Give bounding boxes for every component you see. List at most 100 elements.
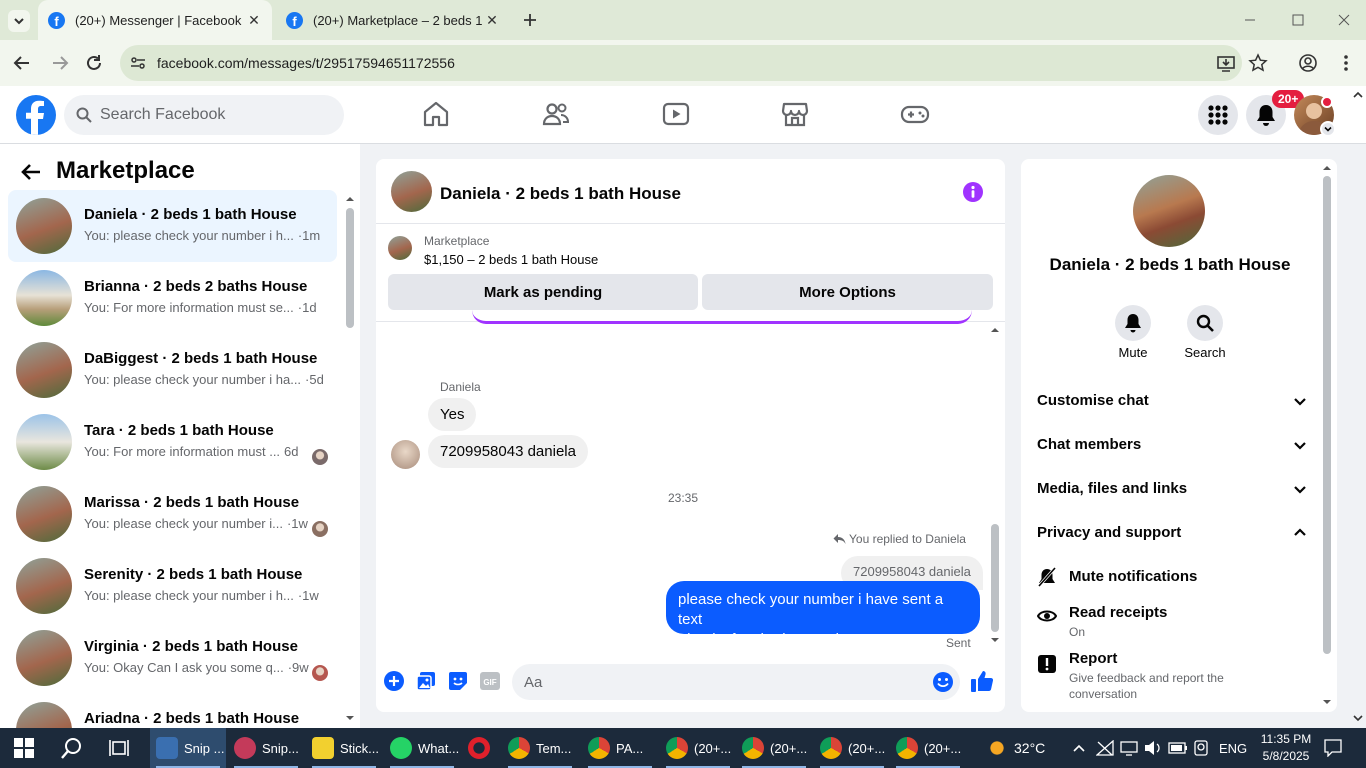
new-tab-button[interactable]: [520, 10, 540, 30]
nav-home[interactable]: [423, 100, 449, 128]
address-bar[interactable]: facebook.com/messages/t/2951759465117255…: [120, 45, 1242, 81]
listing-thumbnail[interactable]: [388, 236, 412, 260]
nav-video[interactable]: [662, 100, 690, 128]
tray-camera-icon[interactable]: [1194, 728, 1208, 768]
conversation-item[interactable]: Serenity · 2 beds 1 bath House You: pleas…: [8, 550, 337, 622]
gif-button[interactable]: GIF: [480, 671, 500, 691]
facebook-search-input[interactable]: Search Facebook: [64, 95, 344, 135]
tray-network-icon[interactable]: [1096, 728, 1114, 768]
scroll-down-arrow-icon[interactable]: [345, 713, 355, 723]
conversation-scrollbar[interactable]: [345, 194, 355, 728]
taskbar-search-button[interactable]: [61, 728, 83, 768]
taskbar-app-chrome-2[interactable]: (20+...: [736, 728, 812, 768]
account-menu-chevron[interactable]: [1320, 121, 1336, 137]
more-actions-button[interactable]: [384, 671, 404, 691]
nav-friends[interactable]: [542, 100, 570, 128]
tray-display-icon[interactable]: [1120, 728, 1138, 768]
browser-tab-messenger[interactable]: f (20+) Messenger | Facebook ✕: [38, 0, 272, 40]
tab-close-icon[interactable]: ✕: [244, 12, 264, 29]
window-minimize-button[interactable]: [1240, 12, 1260, 28]
conversation-item[interactable]: Tara · 2 beds 1 bath House You: For more …: [8, 406, 337, 478]
more-options-button[interactable]: More Options: [702, 274, 993, 310]
scroll-up-arrow-icon[interactable]: [345, 194, 355, 204]
incoming-message[interactable]: 7209958043 daniela: [428, 435, 588, 468]
report-item[interactable]: Report Give feedback and report the conv…: [1037, 649, 1307, 705]
conversation-item[interactable]: DaBiggest · 2 beds 1 bath House You: plea…: [8, 334, 337, 406]
mute-button[interactable]: [1115, 305, 1151, 341]
taskbar-app-chrome-4[interactable]: (20+...: [890, 728, 966, 768]
conversation-item[interactable]: Brianna · 2 beds 2 baths House You: For m…: [8, 262, 337, 334]
bookmark-button[interactable]: [1248, 53, 1268, 73]
tray-volume-icon[interactable]: [1144, 728, 1162, 768]
start-button[interactable]: [14, 728, 34, 768]
mark-as-pending-button[interactable]: Mark as pending: [388, 274, 698, 310]
browser-menu-button[interactable]: [1336, 53, 1356, 73]
install-app-button[interactable]: [1216, 53, 1236, 73]
back-button[interactable]: [12, 53, 32, 73]
browser-tab-marketplace[interactable]: f (20+) Marketplace – 2 beds 1 b ✕: [276, 0, 510, 40]
outgoing-message[interactable]: please check your number i have sent a t…: [666, 581, 980, 648]
conversation-item[interactable]: Ariadna · 2 beds 1 bath House: [8, 694, 337, 728]
emoji-icon[interactable]: [932, 671, 954, 693]
search-in-conversation-button[interactable]: [1187, 305, 1223, 341]
section-privacy-support[interactable]: Privacy and support: [1037, 524, 1307, 541]
scroll-down-arrow-icon[interactable]: [1322, 697, 1332, 707]
clock[interactable]: 11:35 PM 5/8/2025: [1254, 731, 1318, 765]
notification-center-button[interactable]: [1324, 728, 1342, 768]
facebook-logo[interactable]: [16, 95, 56, 135]
message-input[interactable]: Aa: [512, 664, 960, 700]
listing-info[interactable]: $1,150 – 2 beds 1 bath House: [424, 252, 598, 267]
input-language[interactable]: ENG: [1219, 728, 1247, 768]
details-scrollbar-thumb[interactable]: [1323, 176, 1331, 654]
taskbar-app-sticky[interactable]: Stick...: [306, 728, 382, 768]
scroll-up-arrow-icon[interactable]: [1322, 163, 1332, 173]
chat-avatar[interactable]: [391, 171, 432, 212]
site-settings-icon[interactable]: [130, 55, 146, 71]
reload-button[interactable]: [84, 53, 104, 73]
taskbar-app-snip-1[interactable]: Snip ...: [150, 728, 226, 768]
send-like-button[interactable]: [970, 669, 994, 693]
taskbar-app-opera[interactable]: [468, 728, 498, 768]
chat-title[interactable]: Daniela · 2 beds 1 bath House: [440, 184, 681, 204]
taskbar-app-chrome-tem[interactable]: Tem...: [502, 728, 578, 768]
scrollbar-thumb[interactable]: [346, 208, 354, 328]
sticker-button[interactable]: [448, 671, 468, 691]
conversation-item[interactable]: Marissa · 2 beds 1 bath House You: please…: [8, 478, 337, 550]
incoming-message[interactable]: Yes: [428, 398, 477, 431]
nav-marketplace[interactable]: [781, 100, 809, 128]
scroll-down-arrow-icon[interactable]: [990, 635, 1000, 645]
taskbar-app-chrome-1[interactable]: (20+...: [660, 728, 736, 768]
profile-button[interactable]: [1298, 53, 1318, 73]
read-receipts-item[interactable]: Read receipts On: [1037, 603, 1307, 643]
forward-button[interactable]: [50, 53, 70, 73]
conversation-item[interactable]: Virginia · 2 beds 1 bath House You: Okay …: [8, 622, 337, 694]
nav-gaming[interactable]: [900, 100, 930, 128]
mute-notifications-item[interactable]: Mute notifications: [1037, 565, 1307, 595]
weather-widget[interactable]: 32°C: [986, 728, 1045, 768]
menu-button[interactable]: [1198, 95, 1238, 135]
window-restore-button[interactable]: [1288, 12, 1308, 28]
section-customise-chat[interactable]: Customise chat: [1037, 392, 1307, 409]
scroll-up-arrow-icon[interactable]: [990, 325, 1000, 335]
taskbar-app-chrome-3[interactable]: (20+...: [814, 728, 890, 768]
show-hidden-icons-button[interactable]: [1072, 728, 1086, 768]
taskbar-app-chrome-pa[interactable]: PA...: [582, 728, 658, 768]
conversation-item[interactable]: Daniela · 2 beds 1 bath House You: please…: [8, 190, 337, 262]
taskbar-app-snip-2[interactable]: Snip...: [228, 728, 304, 768]
section-chat-members[interactable]: Chat members: [1037, 436, 1307, 453]
page-scroll-down-icon[interactable]: [1352, 713, 1364, 723]
attach-photo-button[interactable]: [416, 671, 436, 691]
conversation-info-button[interactable]: [962, 181, 984, 203]
tray-battery-icon[interactable]: [1168, 728, 1188, 768]
details-avatar[interactable]: [1133, 175, 1205, 247]
section-media-files-links[interactable]: Media, files and links: [1037, 480, 1307, 497]
listing-card[interactable]: Marketplace $1,150 – 2 beds 1 bath House…: [376, 224, 1005, 322]
message-scrollbar-thumb[interactable]: [991, 524, 999, 632]
back-to-chats-button[interactable]: [20, 162, 42, 182]
tab-close-icon[interactable]: ✕: [482, 12, 502, 29]
taskbar-app-whatsapp[interactable]: What...: [384, 728, 460, 768]
window-close-button[interactable]: [1334, 12, 1354, 28]
tab-list-button[interactable]: [8, 10, 30, 32]
task-view-button[interactable]: [109, 728, 129, 768]
page-scroll-up-icon[interactable]: [1352, 90, 1364, 100]
